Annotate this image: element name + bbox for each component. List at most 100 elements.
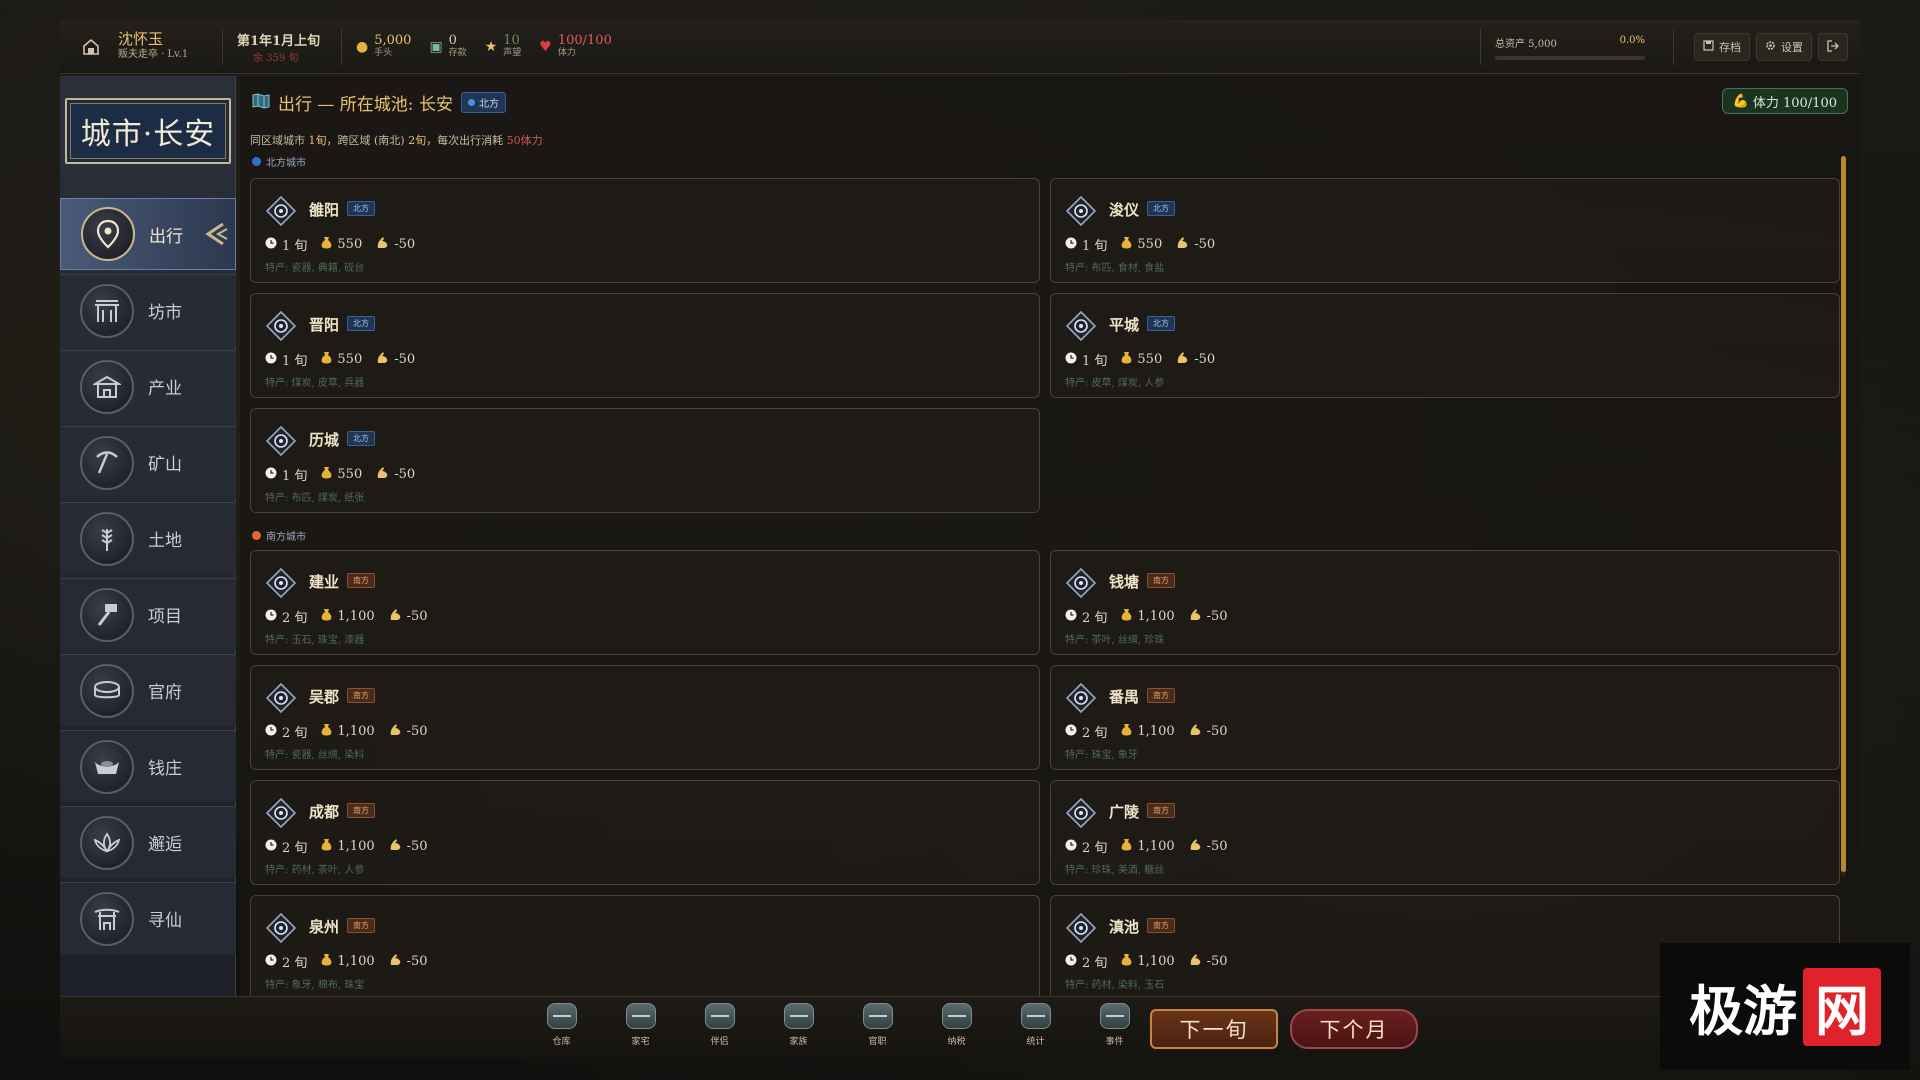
city-card[interactable]: 钱塘 南方 2 旬 1,100 -50 特产: 茶叶, 丝绸, 珍珠: [1050, 550, 1840, 655]
city-region-tag: 南方: [347, 688, 375, 703]
clock-icon: [1065, 609, 1077, 625]
sidebar-item-project[interactable]: 项目: [60, 578, 236, 650]
sidebar-item-market[interactable]: 坊市: [60, 274, 236, 346]
flexed-arm-icon: [389, 723, 402, 740]
city-card[interactable]: 吴郡 南方 2 旬 1,100 -50 特产: 瓷器, 丝绸, 染料: [250, 665, 1040, 770]
travel-stamina-value: -50: [1206, 609, 1228, 624]
bottom-menu-item[interactable]: 官职: [838, 1003, 917, 1047]
city-emblem-icon: [1065, 310, 1097, 342]
travel-cost: 550: [1121, 351, 1162, 368]
travel-time-value: 2 旬: [282, 956, 308, 971]
travel-cost-value: 1,100: [337, 839, 375, 854]
flexed-arm-icon: [389, 608, 402, 625]
lotus-icon: [80, 815, 134, 870]
building-icon: [80, 359, 134, 414]
next-month-button[interactable]: 下个月: [1290, 1009, 1418, 1049]
bottom-menu-label: 家宅: [631, 1037, 650, 1047]
section-south-cities: 南方城市: [252, 528, 306, 543]
bottom-menu-item[interactable]: 纳税: [917, 1003, 996, 1047]
travel-cost: 1,100: [321, 953, 375, 970]
divider: [1480, 29, 1481, 65]
city-emblem-icon: [1065, 797, 1097, 829]
flexed-arm-icon: 💪: [1732, 93, 1749, 109]
watermark-text: 极游: [1689, 980, 1797, 1043]
info-text: ，跨区域 (南北): [326, 134, 409, 147]
bottom-menu-label: 家族: [789, 1037, 808, 1047]
travel-cost-value: 550: [1137, 352, 1163, 367]
travel-stamina-value: -50: [1206, 954, 1228, 969]
money-bag-icon: [1121, 953, 1132, 970]
money-bag-icon: ●: [356, 38, 369, 55]
city-card[interactable]: 历城 北方 1 旬 550 -50 特产: 布匹, 煤炭, 纸张: [250, 408, 1040, 513]
stat-label: 手头: [374, 48, 393, 58]
panel-header: 出行 — 所在城池: 长安 北方: [252, 90, 506, 115]
player-name: 沈怀玉: [118, 30, 164, 48]
sidebar: 城市·长安 出行 坊市 产业 矿山 土地 项目 官府 钱庄 邂逅 寻仙: [60, 76, 236, 996]
city-region-tag: 南方: [1147, 918, 1175, 933]
sidebar-item-bank[interactable]: 钱庄: [60, 730, 236, 802]
sidebar-item-mine[interactable]: 矿山: [60, 426, 236, 498]
north-dot-icon: [252, 157, 261, 166]
sidebar-item-land[interactable]: 土地: [60, 502, 236, 574]
travel-time-value: 1 旬: [282, 354, 308, 369]
city-emblem-icon: [265, 310, 297, 342]
bottom-menu-item[interactable]: 家宅: [601, 1003, 680, 1047]
exit-icon: [1827, 39, 1839, 55]
home-icon[interactable]: [74, 20, 108, 74]
travel-cost-value: 1,100: [1137, 954, 1175, 969]
city-card[interactable]: 浚仪 北方 1 旬 550 -50 特产: 布匹, 食材, 食盐: [1050, 178, 1840, 283]
market-gate-icon: [80, 283, 134, 338]
city-region-tag: 南方: [347, 573, 375, 588]
scrollbar-thumb[interactable]: [1841, 156, 1846, 872]
city-specialty: 特产: 药材, 染料, 玉石: [1065, 980, 1165, 991]
exit-button[interactable]: [1818, 33, 1848, 61]
sidebar-item-immortal[interactable]: 寻仙: [60, 882, 236, 954]
sidebar-item-encounter[interactable]: 邂逅: [60, 806, 236, 878]
city-card[interactable]: 成都 南方 2 旬 1,100 -50 特产: 药材, 茶叶, 人参: [250, 780, 1040, 885]
bottom-menu-item[interactable]: 伴侣: [680, 1003, 759, 1047]
settings-button[interactable]: 设置: [1756, 33, 1812, 61]
bottom-menu-item[interactable]: 仓库: [522, 1003, 601, 1047]
travel-stamina: -50: [1176, 236, 1215, 253]
travel-cost-value: 1,100: [1137, 724, 1175, 739]
sidebar-item-label: 产业: [148, 379, 182, 399]
next-xun-button[interactable]: 下一旬: [1150, 1009, 1278, 1049]
sidebar-item-travel[interactable]: 出行: [60, 198, 236, 270]
travel-cost: 1,100: [321, 838, 375, 855]
travel-time: 2 旬: [265, 722, 307, 741]
star-icon: ★: [484, 38, 498, 55]
city-card[interactable]: 番禺 南方 2 旬 1,100 -50 特产: 珠宝, 象牙: [1050, 665, 1840, 770]
sidebar-item-label: 寻仙: [148, 911, 182, 931]
city-name: 广陵: [1109, 803, 1140, 821]
map-book-icon: [252, 92, 270, 113]
city-name: 历城: [309, 431, 340, 449]
region-badge-label: 北方: [478, 99, 499, 110]
city-card[interactable]: 建业 南方 2 旬 1,100 -50 特产: 玉石, 珠宝, 漆器: [250, 550, 1040, 655]
next-month-label: 下个月: [1319, 1018, 1389, 1042]
bottom-menu-item[interactable]: 事件: [1075, 1003, 1154, 1047]
bottom-menu-item[interactable]: 家族: [759, 1003, 838, 1047]
city-card[interactable]: 平城 北方 1 旬 550 -50 特产: 皮草, 煤炭, 人参: [1050, 293, 1840, 398]
city-region-tag: 南方: [1147, 803, 1175, 818]
city-card[interactable]: 泉州 南方 2 旬 1,100 -50 特产: 象牙, 棉布, 珠宝: [250, 895, 1040, 1000]
save-button[interactable]: 存档: [1694, 33, 1750, 61]
bottom-menu-item[interactable]: 统计: [996, 1003, 1075, 1047]
city-card[interactable]: 雒阳 北方 1 旬 550 -50 特产: 瓷器, 典籍, 砚台: [250, 178, 1040, 283]
city-card[interactable]: 广陵 南方 2 旬 1,100 -50 特产: 珍珠, 美酒, 糖丝: [1050, 780, 1840, 885]
stat-deposit: ▣ 0 存款: [429, 34, 466, 59]
sidebar-item-industry[interactable]: 产业: [60, 350, 236, 422]
travel-cost: 550: [321, 351, 362, 368]
current-date: 第1年1月上旬: [237, 33, 321, 49]
money-bag-icon: [321, 723, 332, 740]
player-rank: 贩夫走卒 · Lv.1: [118, 49, 189, 60]
sidebar-item-office[interactable]: 官府: [60, 654, 236, 726]
travel-time: 1 旬: [265, 235, 307, 254]
city-specialty: 特产: 茶叶, 丝绸, 珍珠: [1065, 635, 1165, 646]
clock-icon: [265, 954, 277, 970]
panel-title: 出行 — 所在城池: 长安: [278, 95, 453, 115]
info-stamina-cost: 50体力: [506, 134, 543, 147]
sidebar-item-label: 官府: [148, 683, 182, 703]
section-label: 南方城市: [266, 532, 306, 543]
city-card[interactable]: 晋阳 北方 1 旬 550 -50 特产: 煤炭, 皮草, 兵器: [250, 293, 1040, 398]
travel-time-value: 2 旬: [282, 841, 308, 856]
